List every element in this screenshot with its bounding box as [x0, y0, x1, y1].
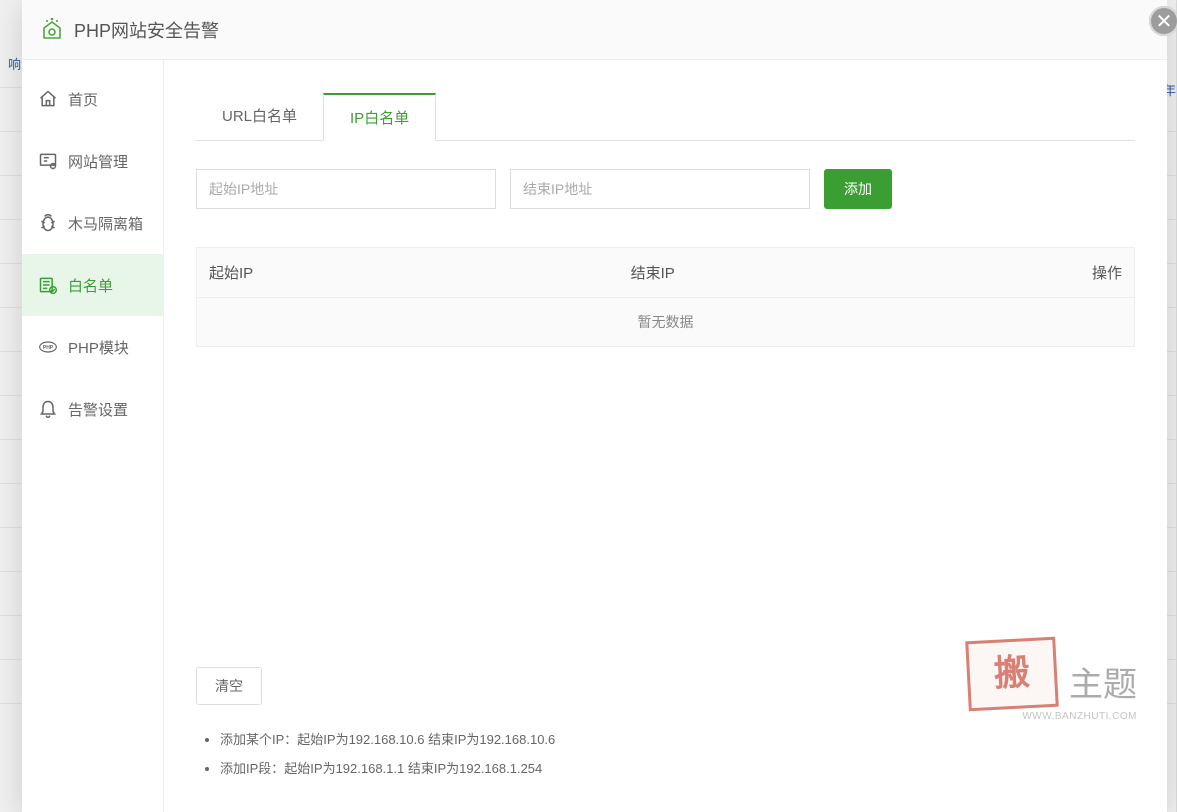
sidebar-item-whitelist[interactable]: 白名单: [22, 254, 163, 316]
sidebar-item-label: 木马隔离箱: [68, 213, 143, 234]
sidebar: 首页 网站管理: [22, 60, 164, 812]
start-ip-input[interactable]: [196, 169, 496, 209]
ip-form-row: 添加: [196, 169, 1135, 209]
watermark-text: 主题: [1069, 657, 1137, 706]
ip-table: 起始IP 结束IP 操作 暂无数据: [196, 247, 1135, 347]
close-icon: ✕: [1156, 9, 1173, 34]
home-icon: [38, 89, 58, 109]
list-check-icon: [38, 275, 58, 295]
help-list: 添加某个IP：起始IP为192.168.10.6 结束IP为192.168.10…: [196, 729, 1135, 777]
tab-ip-whitelist[interactable]: IP白名单: [323, 93, 436, 141]
col-start-ip: 起始IP: [197, 248, 619, 297]
shield-icon: [40, 18, 64, 42]
tabs: URL白名单 IP白名单: [196, 92, 1135, 141]
table-empty-text: 暂无数据: [197, 297, 1134, 346]
col-end-ip: 结束IP: [619, 248, 1054, 297]
modal-title: PHP网站安全告警: [74, 17, 219, 43]
watermark-stamp: 搬: [965, 637, 1059, 712]
close-button[interactable]: ✕: [1149, 6, 1177, 36]
tab-label: URL白名单: [222, 108, 297, 125]
bell-icon: [38, 399, 58, 419]
sidebar-item-php-module[interactable]: PHP PHP模块: [22, 316, 163, 378]
help-item: 添加某个IP：起始IP为192.168.10.6 结束IP为192.168.10…: [220, 729, 1135, 748]
sidebar-item-trojan-quarantine[interactable]: 木马隔离箱: [22, 192, 163, 254]
bug-icon: [38, 213, 58, 233]
col-action: 操作: [1054, 248, 1134, 297]
modal-body: 首页 网站管理: [22, 60, 1167, 812]
sidebar-item-site-manage[interactable]: 网站管理: [22, 130, 163, 192]
sidebar-item-alert-settings[interactable]: 告警设置: [22, 378, 163, 440]
content-pane: URL白名单 IP白名单 添加 起始IP 结束IP 操作 暂无数据 清空: [164, 60, 1167, 812]
clear-button[interactable]: 清空: [196, 667, 262, 705]
modal-header: PHP网站安全告警: [22, 0, 1167, 60]
watermark-url: WWW.BANZHUTI.COM: [967, 711, 1137, 722]
svg-text:PHP: PHP: [43, 345, 54, 351]
php-icon: PHP: [38, 337, 58, 357]
modal-dialog: PHP网站安全告警 首页: [22, 0, 1167, 812]
sidebar-item-label: 首页: [68, 89, 98, 110]
add-button[interactable]: 添加: [824, 169, 892, 209]
tab-url-whitelist[interactable]: URL白名单: [196, 93, 323, 141]
sidebar-item-label: 白名单: [68, 275, 113, 296]
sidebar-item-label: 告警设置: [68, 399, 128, 420]
watermark: 搬 主题 WWW.BANZHUTI.COM: [967, 639, 1137, 722]
sidebar-item-label: PHP模块: [68, 337, 129, 358]
help-item: 添加IP段：起始IP为192.168.1.1 结束IP为192.168.1.25…: [220, 758, 1135, 777]
table-header: 起始IP 结束IP 操作: [197, 248, 1134, 297]
end-ip-input[interactable]: [510, 169, 810, 209]
monitor-icon: [38, 151, 58, 171]
sidebar-item-home[interactable]: 首页: [22, 68, 163, 130]
tab-label: IP白名单: [350, 110, 409, 127]
sidebar-item-label: 网站管理: [68, 151, 128, 172]
